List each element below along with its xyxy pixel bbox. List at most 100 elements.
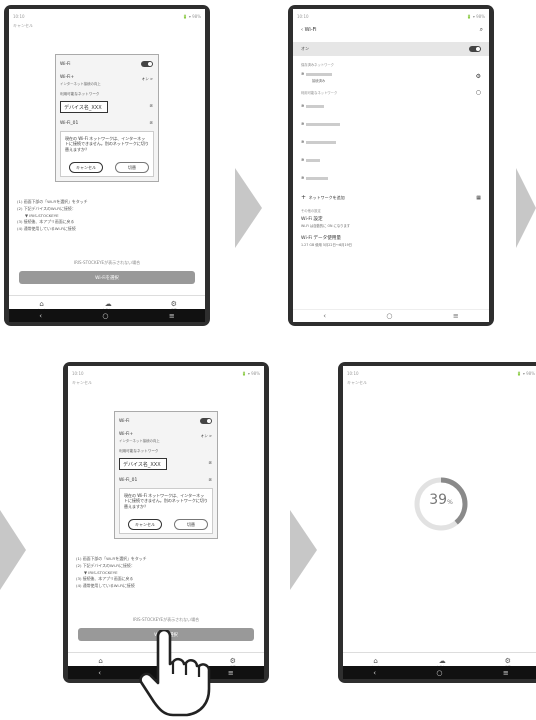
home-circle-icon[interactable]: ○ xyxy=(386,312,392,320)
home-icon: ⌂ xyxy=(39,299,44,308)
wifi-signal-icon: ≋ xyxy=(149,104,153,109)
wifi-signal-icon: ≋ xyxy=(301,121,305,126)
recents-icon[interactable]: ≡ xyxy=(503,669,509,677)
progress-value: 39 xyxy=(429,492,448,508)
home-circle-icon[interactable]: ○ xyxy=(102,312,108,320)
status-bar: 10:10 🔋 ▾ 98% xyxy=(347,370,535,376)
wifi-plus-sub: インターネット接続の向上 xyxy=(60,82,101,86)
cancel-link[interactable]: キャンセル xyxy=(13,23,33,29)
back-icon[interactable]: ‹ xyxy=(98,669,101,677)
step-arrow-1 xyxy=(235,168,262,248)
progress-screen: 10:10🔋 ▾ 98% キャンセル 39% ⌂ホーム ☁クラウド ⚙設定 ‹○… xyxy=(343,366,536,679)
wifi-signal-icon: ≋ xyxy=(301,103,305,108)
dialog-message: 現在の Wi-Fi ネットワークは、インターネットに接続できません。別のネットワ… xyxy=(65,136,149,152)
saved-network-sub: 接続済み xyxy=(312,79,326,83)
wifi-toggle xyxy=(141,61,153,67)
wifi-toggle xyxy=(200,418,212,424)
step-arrow-4 xyxy=(290,510,317,590)
instruction-4: (3) 接続後、本アプリ画面に戻る xyxy=(76,576,134,582)
instruction-3: ▼ IRIS-STOCKEYE xyxy=(25,212,59,218)
instruction-1: (1) 画面下部の「Wi-Fiを選択」をタッチ xyxy=(76,556,147,561)
add-network-label: ネットワークを追加 xyxy=(308,195,345,200)
available-header: 利用可能なネットワーク xyxy=(60,92,100,96)
progress-label: 39% xyxy=(411,492,471,508)
network-row[interactable]: ≋ xyxy=(301,103,483,108)
recents-icon[interactable]: ≡ xyxy=(169,312,175,320)
wifi-settings-sub: Wi-Fi は自動的に ON になります xyxy=(301,224,351,228)
dialog-switch-button[interactable]: 切替 xyxy=(115,162,149,173)
not-shown-note[interactable]: IRIS-STOCKEYEが表示されない場合 xyxy=(9,260,205,266)
app-screen-1: 10:10 🔋 ▾ 98% キャンセル Wi-Fi Wi-Fi+ インターネット接… xyxy=(9,9,205,322)
select-wifi-button[interactable]: Wi-Fiを選択 xyxy=(19,271,195,284)
wifi-plus-value: オン > xyxy=(141,77,153,81)
network-row[interactable]: ≋ xyxy=(301,175,483,180)
system-nav-bar: ‹ ○ ≡ xyxy=(9,309,205,322)
wifi-settings-row[interactable]: Wi-Fi 設定 xyxy=(301,216,483,222)
tablet-frame-2: 10:10 🔋 ▾ 98% ‹ Wi-Fi ⌕ オン 保存済みネットワーク ≋ 接… xyxy=(288,5,494,326)
add-network-row[interactable]: + ネットワークを追加 xyxy=(301,194,483,201)
tablet-frame-1: 10:10 🔋 ▾ 98% キャンセル Wi-Fi Wi-Fi+ インターネット接… xyxy=(4,5,210,326)
home-ssid[interactable]: Wi-Fi_01 xyxy=(60,121,154,126)
gear-icon: ⚙ xyxy=(170,299,177,308)
available-networks-header: 利用可能なネットワーク xyxy=(301,91,338,95)
settings-screen: 10:10 🔋 ▾ 98% ‹ Wi-Fi ⌕ オン 保存済みネットワーク ≋ 接… xyxy=(293,9,489,322)
dialog-switch-button[interactable]: 切替 xyxy=(174,519,208,530)
cloud-icon: ☁ xyxy=(438,656,446,665)
wifi-signal-icon: ≋ xyxy=(301,157,305,162)
cloud-icon: ☁ xyxy=(104,299,112,308)
back-icon[interactable]: ‹ xyxy=(39,312,42,320)
instruction-5: (4) 通常使用しているWi-Fiに接続 xyxy=(17,226,76,232)
blurred-ssid xyxy=(305,140,336,144)
instruction-1: (1) 画面下部の「Wi-Fiを選択」をタッチ xyxy=(17,199,88,204)
tap-hand-icon xyxy=(139,630,211,717)
search-icon[interactable]: ⌕ xyxy=(480,26,483,34)
wifi-on-row[interactable]: オン xyxy=(293,42,489,56)
recents-icon[interactable]: ≡ xyxy=(228,669,234,677)
qr-icon[interactable]: ▦ xyxy=(476,195,481,201)
wifi-signal-icon: ≋ xyxy=(301,175,305,180)
wifi-plus-label: Wi-Fi+ xyxy=(119,432,134,437)
status-bar: 10:10 🔋 ▾ 98% xyxy=(13,11,201,21)
home-circle-icon[interactable]: ○ xyxy=(436,669,442,677)
gear-icon[interactable]: ⚙ xyxy=(476,73,481,80)
wifi-on-toggle[interactable] xyxy=(469,46,481,52)
wifi-plus-label: Wi-Fi+ xyxy=(60,75,75,80)
device-ssid[interactable]: デバイス名_XXX xyxy=(119,458,167,470)
status-icons: 🔋 ▾ 98% xyxy=(182,13,201,19)
wifi-signal-icon: ≋ xyxy=(208,461,212,466)
cancel-link[interactable]: キャンセル xyxy=(347,380,367,386)
network-row[interactable]: ≋ xyxy=(301,139,483,144)
instruction-2: (2) 下記デバイスのWi-Fiに接続： xyxy=(76,562,135,568)
wifi-illustration: Wi-Fi Wi-Fi+ インターネット接続の向上 オン > 利用可能なネットワ… xyxy=(55,54,159,182)
wifi-signal-icon: ≋ xyxy=(208,478,212,483)
blurred-ssid xyxy=(305,104,324,108)
refresh-icon[interactable]: ○ xyxy=(476,89,481,96)
system-nav-bar: ‹ ○ ≡ xyxy=(293,309,489,322)
dialog-cancel-button[interactable]: キャンセル xyxy=(128,519,162,530)
back-icon[interactable]: ‹ xyxy=(373,669,376,677)
dialog-cancel-button[interactable]: キャンセル xyxy=(69,162,103,173)
dialog-message: 現在の Wi-Fi ネットワークは、インターネットに接続できません。別のネットワ… xyxy=(124,493,208,509)
network-row[interactable]: ≋ xyxy=(301,121,483,126)
blurred-ssid xyxy=(305,176,328,180)
status-bar: 10:10 🔋 ▾ 98% xyxy=(72,370,260,376)
cancel-link[interactable]: キャンセル xyxy=(72,380,92,386)
data-usage-sub: 1.27 GB 使用 5月22日〜6月19日 xyxy=(301,243,352,247)
saved-network-row[interactable]: ≋ xyxy=(301,71,483,76)
recents-icon[interactable]: ≡ xyxy=(453,312,459,320)
status-time: 10:10 xyxy=(13,13,25,19)
device-ssid[interactable]: デバイス名_XXX xyxy=(60,101,108,113)
gear-icon: ⚙ xyxy=(229,656,236,665)
wifi-plus-value: オン > xyxy=(200,434,212,438)
not-shown-note[interactable]: IRIS-STOCKEYEが表示されない場合 xyxy=(68,617,264,623)
system-nav-bar: ‹ ○ ≡ xyxy=(343,666,536,679)
network-row[interactable]: ≋ xyxy=(301,157,483,162)
home-ssid[interactable]: Wi-Fi_01 xyxy=(119,478,213,483)
wifi-illustration: Wi-Fi Wi-Fi+ インターネット接続の向上 オン > 利用可能なネットワ… xyxy=(114,411,218,539)
instruction-2: (2) 下記デバイスのWi-Fiに接続： xyxy=(17,205,76,211)
wifi-label: Wi-Fi xyxy=(119,419,130,424)
data-usage-row[interactable]: Wi-Fi データ使用量 xyxy=(301,235,483,241)
wifi-signal-icon: ≋ xyxy=(149,121,153,126)
instruction-list: (1) 画面下部の「Wi-Fiを選択」をタッチ (2) 下記デバイスのWi-Fi… xyxy=(76,556,147,590)
back-icon[interactable]: ‹ xyxy=(323,312,326,320)
